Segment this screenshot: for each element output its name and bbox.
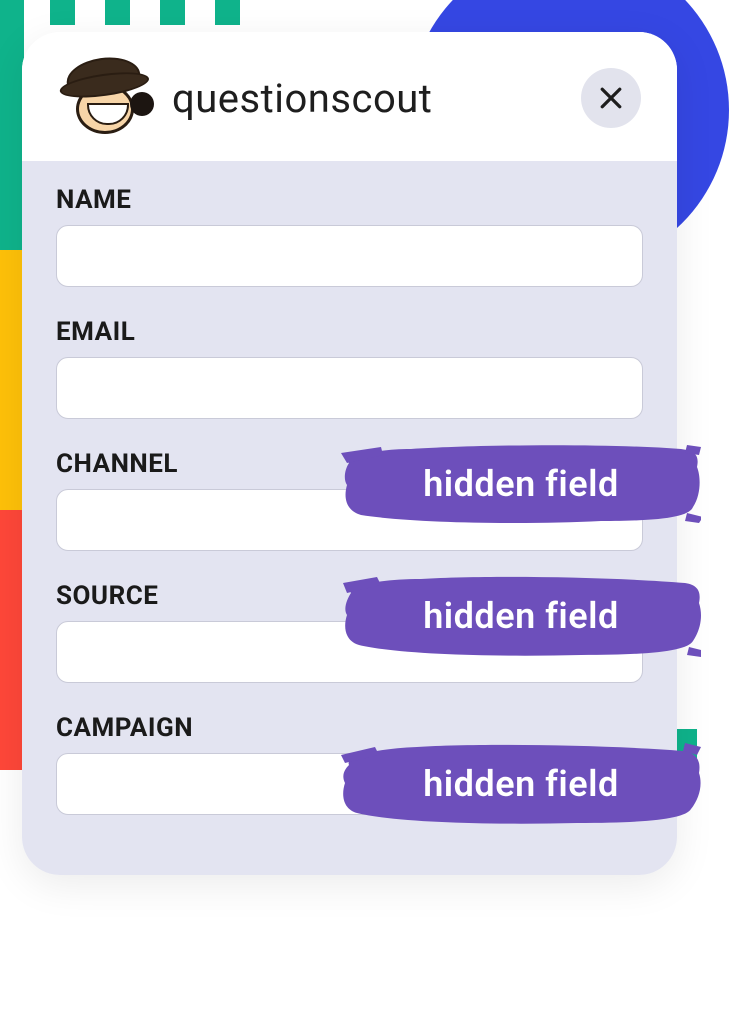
campaign-input[interactable] (56, 753, 643, 815)
field-label-source: SOURCE (56, 581, 643, 611)
scout-avatar-icon (70, 62, 150, 134)
form-modal: questionscout NAME EMAIL CHANNEL (22, 32, 677, 875)
name-input[interactable] (56, 225, 643, 287)
field-label-name: NAME (56, 185, 643, 215)
decor-green-dots (50, 0, 240, 25)
channel-input[interactable] (56, 489, 643, 551)
decor-green-bar (0, 0, 24, 250)
decor-green-right (675, 729, 697, 779)
field-label-email: EMAIL (56, 317, 643, 347)
decor-red-bar (0, 510, 24, 770)
modal-body: NAME EMAIL CHANNEL hidden field SOURCE (22, 161, 677, 875)
close-icon (596, 83, 626, 113)
brand-name: questionscout (172, 75, 432, 122)
decor-yellow-bar (0, 250, 24, 510)
field-source: SOURCE hidden field (56, 581, 643, 683)
field-channel: CHANNEL hidden field (56, 449, 643, 551)
field-label-channel: CHANNEL (56, 449, 643, 479)
source-input[interactable] (56, 621, 643, 683)
field-campaign: CAMPAIGN hidden field (56, 713, 643, 815)
close-button[interactable] (581, 68, 641, 128)
modal-header: questionscout (22, 32, 677, 161)
email-input[interactable] (56, 357, 643, 419)
field-label-campaign: CAMPAIGN (56, 713, 643, 743)
brand: questionscout (70, 62, 432, 134)
field-name: NAME (56, 185, 643, 287)
field-email: EMAIL (56, 317, 643, 419)
